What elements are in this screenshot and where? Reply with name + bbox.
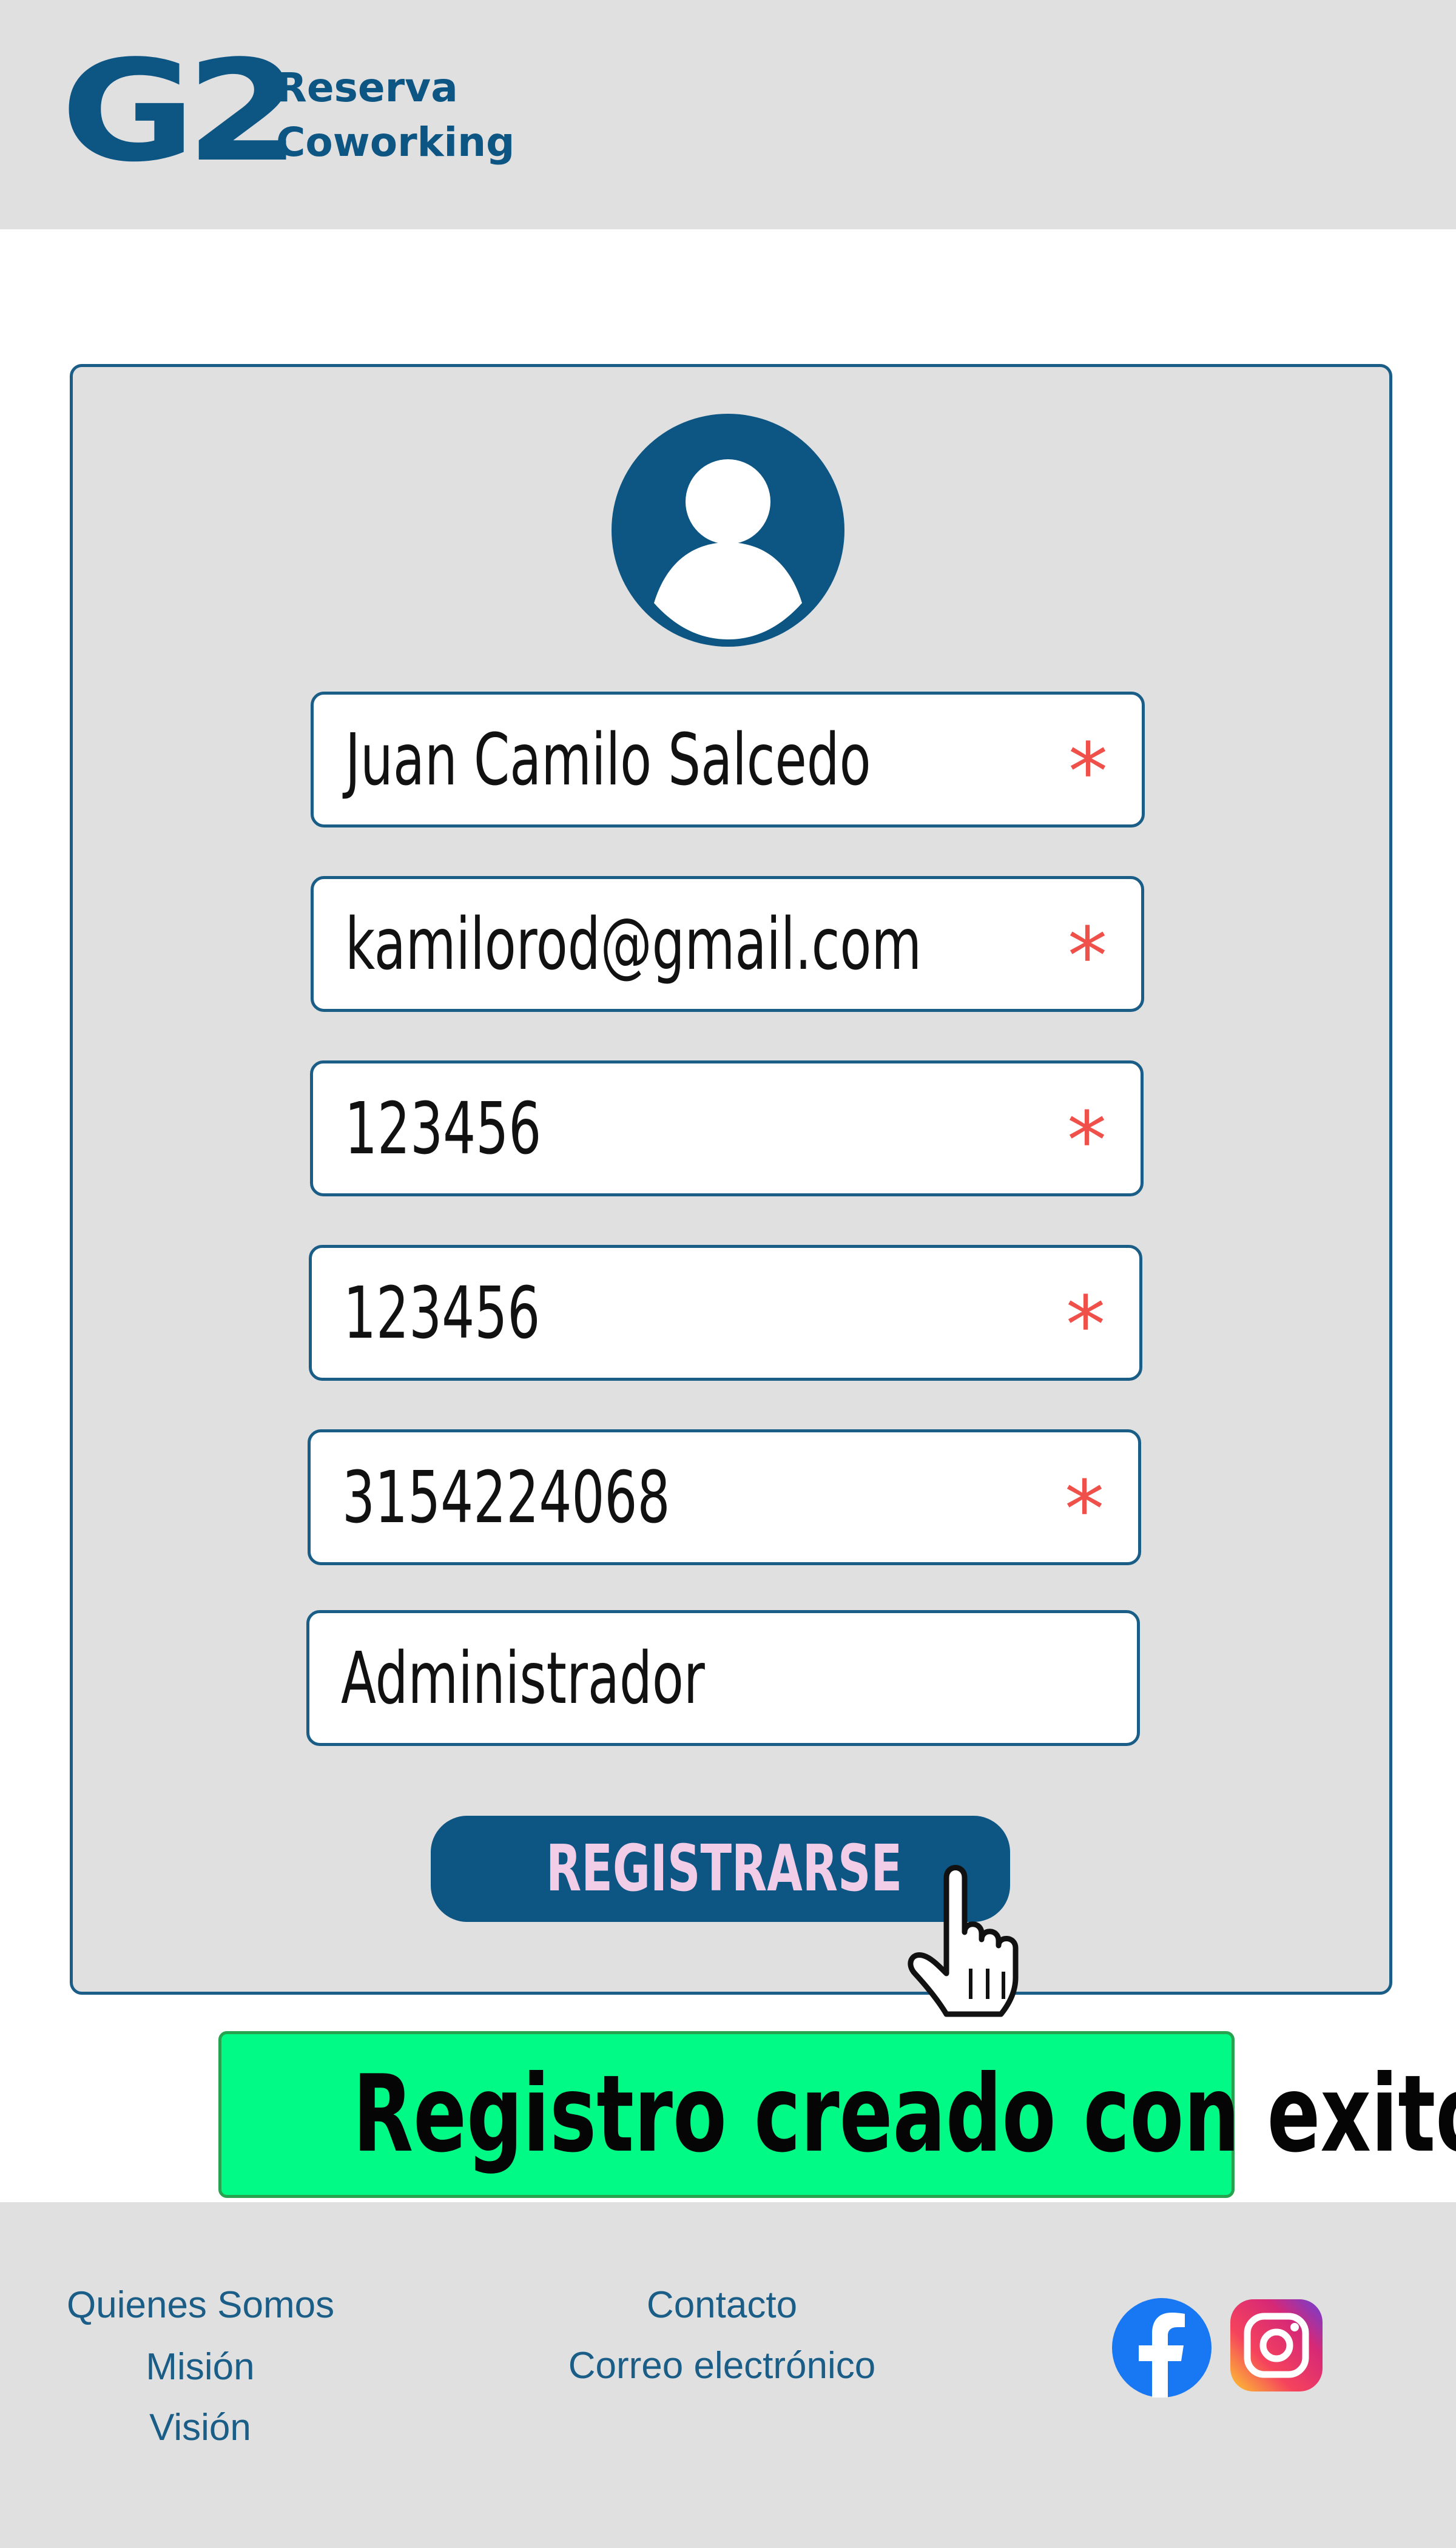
- role-value: Administrador: [341, 1636, 705, 1720]
- logo-text[interactable]: Reserva Coworking: [276, 61, 514, 170]
- footer-link-vision[interactable]: Visión: [67, 2404, 334, 2452]
- required-asterisk: *: [1067, 1094, 1107, 1187]
- confirm-password-value: 123456: [343, 1271, 541, 1355]
- phone-value: 3154224068: [342, 1455, 670, 1539]
- full-name-value: Juan Camilo Salcedo: [345, 718, 871, 801]
- footer-link-quienes-somos[interactable]: Quienes Somos: [67, 2281, 334, 2330]
- required-asterisk: *: [1066, 1279, 1105, 1371]
- user-avatar-icon: [612, 414, 844, 647]
- footer-link-mision[interactable]: Misión: [67, 2343, 334, 2391]
- logo-mark[interactable]: G2: [61, 42, 300, 182]
- instagram-icon[interactable]: [1230, 2299, 1323, 2391]
- footer-link-contacto[interactable]: Contacto: [534, 2281, 910, 2330]
- success-toast: Registro creado con exito: [218, 2031, 1456, 2198]
- hand-pointer-icon: [908, 1865, 1019, 2017]
- success-message: Registro creado con exito: [352, 2053, 1456, 2176]
- logo-line-2: Coworking: [276, 119, 515, 166]
- confirm-password-field[interactable]: 123456 *: [309, 1245, 1142, 1381]
- header: G2 Reserva Coworking: [0, 0, 1456, 229]
- register-button-label: REGISTRARSE: [546, 1832, 903, 1906]
- role-field[interactable]: Administrador: [306, 1610, 1140, 1746]
- required-asterisk: *: [1065, 1463, 1104, 1555]
- required-asterisk: *: [1068, 910, 1107, 1002]
- logo-line-1: Reserva: [276, 64, 458, 111]
- password-value: 123456: [345, 1087, 542, 1170]
- footer: Quienes Somos Misión Visión Contacto Cor…: [0, 2202, 1456, 2548]
- phone-field[interactable]: 3154224068 *: [308, 1429, 1141, 1565]
- required-asterisk: *: [1068, 726, 1108, 818]
- full-name-field[interactable]: Juan Camilo Salcedo *: [311, 692, 1145, 827]
- email-field[interactable]: kamilorod@gmail.com *: [311, 876, 1144, 1012]
- footer-link-correo[interactable]: Correo electrónico: [534, 2342, 910, 2390]
- email-value: kamilorod@gmail.com: [345, 902, 922, 986]
- facebook-icon[interactable]: [1112, 2298, 1212, 2398]
- password-field[interactable]: 123456 *: [310, 1060, 1144, 1196]
